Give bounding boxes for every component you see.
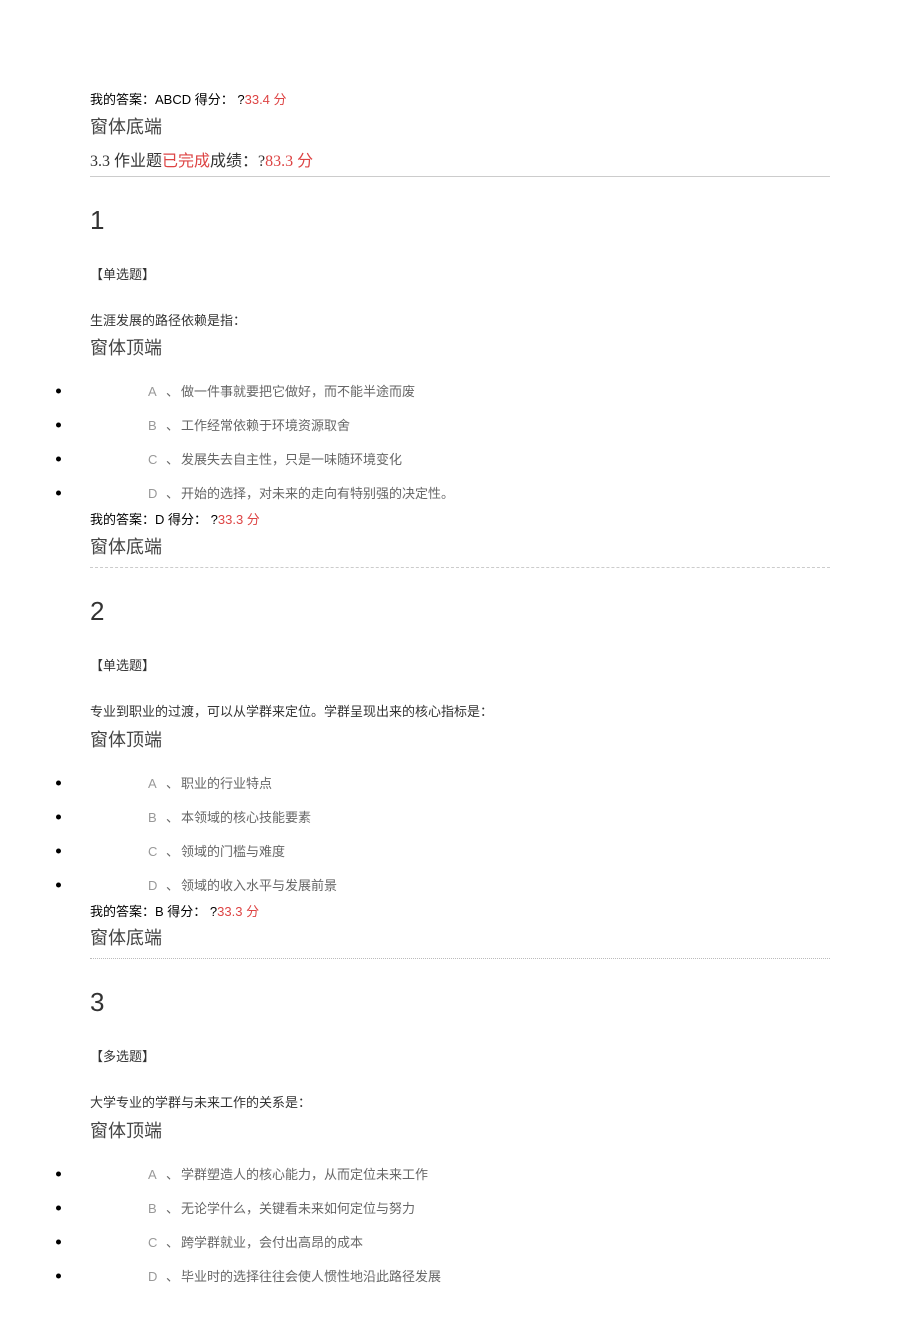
- options-list: A、学群塑造人的核心能力，从而定位未来工作 B、无论学什么，关键看未来如何定位与…: [90, 1157, 830, 1293]
- options-list: A、职业的行业特点 B、本领域的核心技能要素 C、领域的门槛与难度 D、领域的收…: [90, 766, 830, 902]
- option-text: 开始的选择，对未来的走向有特别强的决定性。: [181, 486, 454, 501]
- option-letter: A: [148, 1167, 166, 1182]
- option-item[interactable]: A、学群塑造人的核心能力，从而定位未来工作: [90, 1157, 830, 1191]
- question-type: 【单选题】: [90, 264, 830, 283]
- option-text: 本领域的核心技能要素: [181, 810, 311, 825]
- option-text: 做一件事就要把它做好，而不能半途而废: [181, 384, 415, 399]
- option-sep: 、: [166, 844, 179, 859]
- option-sep: 、: [166, 384, 179, 399]
- option-sep: 、: [166, 810, 179, 825]
- option-item[interactable]: D、毕业时的选择往往会使人惯性地沿此路径发展: [90, 1259, 830, 1293]
- option-text: 发展失去自主性，只是一味随环境变化: [181, 452, 402, 467]
- option-letter: C: [148, 844, 166, 859]
- score-value: 33.3 分: [218, 512, 260, 527]
- grade-value: 83.3 分: [265, 153, 313, 170]
- option-text: 领域的门槛与难度: [181, 844, 285, 859]
- option-letter: B: [148, 418, 166, 433]
- option-item[interactable]: A、职业的行业特点: [90, 766, 830, 800]
- option-item[interactable]: C、领域的门槛与难度: [90, 834, 830, 868]
- option-text: 无论学什么，关键看未来如何定位与努力: [181, 1201, 415, 1216]
- question-type: 【单选题】: [90, 655, 830, 674]
- option-sep: 、: [166, 452, 179, 467]
- question-text: 专业到职业的过渡，可以从学群来定位。学群呈现出来的核心指标是：: [90, 702, 830, 722]
- score-value: 33.3 分: [217, 904, 259, 919]
- option-item[interactable]: C、跨学群就业，会付出高昂的成本: [90, 1225, 830, 1259]
- answer-value: B: [155, 904, 164, 919]
- option-sep: 、: [166, 1235, 179, 1250]
- option-sep: 、: [166, 1167, 179, 1182]
- form-top-text: 窗体顶端: [90, 1117, 830, 1143]
- option-letter: C: [148, 1235, 166, 1250]
- answer-value: D: [155, 512, 164, 527]
- divider: [90, 567, 830, 568]
- option-text: 领域的收入水平与发展前景: [181, 878, 337, 893]
- form-footer-text: 窗体底端: [90, 924, 830, 950]
- options-list: A、做一件事就要把它做好，而不能半途而废 B、工作经常依赖于环境资源取舍 C、发…: [90, 374, 830, 510]
- option-letter: A: [148, 384, 166, 399]
- option-letter: C: [148, 452, 166, 467]
- option-sep: 、: [166, 776, 179, 791]
- option-sep: 、: [166, 1269, 179, 1284]
- option-item[interactable]: B、本领域的核心技能要素: [90, 800, 830, 834]
- option-letter: D: [148, 878, 166, 893]
- question-block: 1 【单选题】 生涯发展的路径依赖是指： 窗体顶端 A、做一件事就要把它做好，而…: [90, 205, 830, 568]
- assignment-status: 已完成: [162, 153, 210, 170]
- form-top-text: 窗体顶端: [90, 726, 830, 752]
- score-value: 33.4 分: [245, 92, 287, 107]
- prior-answer-line: 我的答案：ABCD 得分： ?33.4 分: [90, 90, 830, 111]
- form-footer-text: 窗体底端: [90, 533, 830, 559]
- option-letter: A: [148, 776, 166, 791]
- option-item[interactable]: B、工作经常依赖于环境资源取舍: [90, 408, 830, 442]
- option-item[interactable]: D、领域的收入水平与发展前景: [90, 868, 830, 902]
- option-sep: 、: [166, 878, 179, 893]
- question-number: 2: [90, 596, 830, 627]
- option-item[interactable]: A、做一件事就要把它做好，而不能半途而废: [90, 374, 830, 408]
- answer-line: 我的答案：B 得分： ?33.3 分: [90, 902, 830, 923]
- score-label: 得分： ?: [164, 512, 217, 527]
- answer-label: 我的答案：: [90, 904, 155, 919]
- option-letter: D: [148, 1269, 166, 1284]
- question-type: 【多选题】: [90, 1046, 830, 1065]
- answer-label: 我的答案：: [90, 512, 155, 527]
- question-number: 1: [90, 205, 830, 236]
- option-letter: D: [148, 486, 166, 501]
- option-item[interactable]: B、无论学什么，关键看未来如何定位与努力: [90, 1191, 830, 1225]
- score-label: 得分： ?: [164, 904, 217, 919]
- option-item[interactable]: C、发展失去自主性，只是一味随环境变化: [90, 442, 830, 476]
- option-text: 工作经常依赖于环境资源取舍: [181, 418, 350, 433]
- option-letter: B: [148, 1201, 166, 1216]
- option-text: 跨学群就业，会付出高昂的成本: [181, 1235, 363, 1250]
- option-text: 职业的行业特点: [181, 776, 272, 791]
- option-sep: 、: [166, 486, 179, 501]
- option-item[interactable]: D、开始的选择，对未来的走向有特别强的决定性。: [90, 476, 830, 510]
- option-sep: 、: [166, 418, 179, 433]
- option-letter: B: [148, 810, 166, 825]
- question-block: 2 【单选题】 专业到职业的过渡，可以从学群来定位。学群呈现出来的核心指标是： …: [90, 596, 830, 959]
- assignment-header: 3.3 作业题已完成成绩：?83.3 分: [90, 147, 830, 177]
- score-label: 得分： ?: [191, 92, 244, 107]
- form-footer-text: 窗体底端: [90, 113, 830, 139]
- divider: [90, 958, 830, 959]
- answer-value: ABCD: [155, 92, 191, 107]
- question-block: 3 【多选题】 大学专业的学群与未来工作的关系是： 窗体顶端 A、学群塑造人的核…: [90, 987, 830, 1293]
- question-text: 大学专业的学群与未来工作的关系是：: [90, 1093, 830, 1113]
- question-number: 3: [90, 987, 830, 1018]
- grade-label: 成绩：?: [210, 153, 265, 170]
- answer-label: 我的答案：: [90, 92, 155, 107]
- answer-line: 我的答案：D 得分： ?33.3 分: [90, 510, 830, 531]
- option-text: 毕业时的选择往往会使人惯性地沿此路径发展: [181, 1269, 441, 1284]
- form-top-text: 窗体顶端: [90, 334, 830, 360]
- option-sep: 、: [166, 1201, 179, 1216]
- document-content: 我的答案：ABCD 得分： ?33.4 分 窗体底端 3.3 作业题已完成成绩：…: [0, 90, 920, 1293]
- assignment-title: 3.3 作业题: [90, 153, 162, 170]
- question-text: 生涯发展的路径依赖是指：: [90, 311, 830, 331]
- option-text: 学群塑造人的核心能力，从而定位未来工作: [181, 1167, 428, 1182]
